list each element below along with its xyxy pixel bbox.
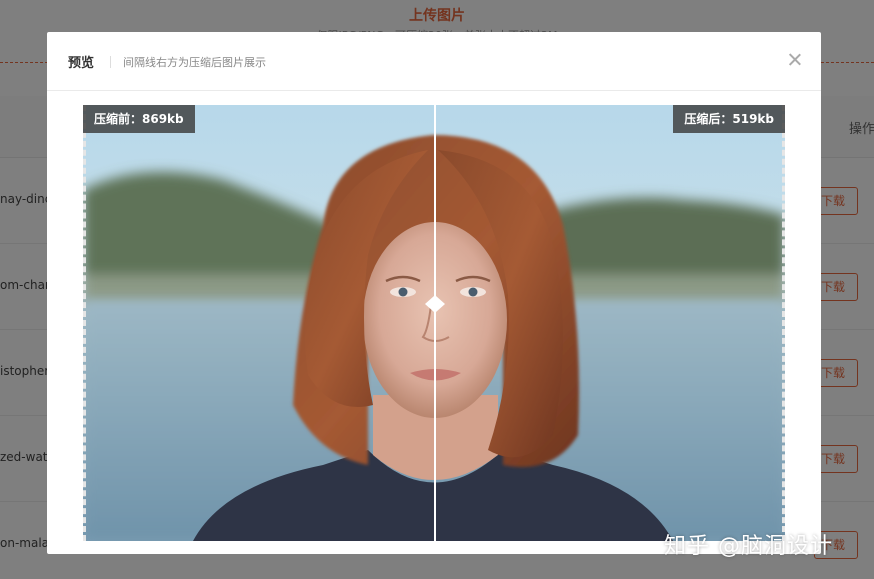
right-dashed-edge: [781, 105, 785, 541]
after-size-label: 压缩后：519kb: [673, 105, 785, 133]
modal-description: 间隔线右方为压缩后图片展示: [123, 56, 266, 69]
preview-modal: 预览 间隔线右方为压缩后图片展示 压缩前：869kb 压缩后：519kb: [47, 32, 821, 554]
image-compare-area[interactable]: 压缩前：869kb 压缩后：519kb: [83, 105, 785, 541]
drag-handle-icon[interactable]: [423, 294, 447, 314]
left-dashed-edge: [83, 105, 87, 541]
modal-title: 预览: [68, 56, 95, 71]
before-size-label: 压缩前：869kb: [83, 105, 195, 133]
watermark: 知乎 @脑洞设计: [664, 534, 833, 559]
modal-header: 预览 间隔线右方为压缩后图片展示: [47, 32, 821, 91]
title-separator: [110, 56, 111, 68]
close-icon[interactable]: [785, 50, 805, 70]
compare-divider-line[interactable]: [434, 105, 436, 541]
